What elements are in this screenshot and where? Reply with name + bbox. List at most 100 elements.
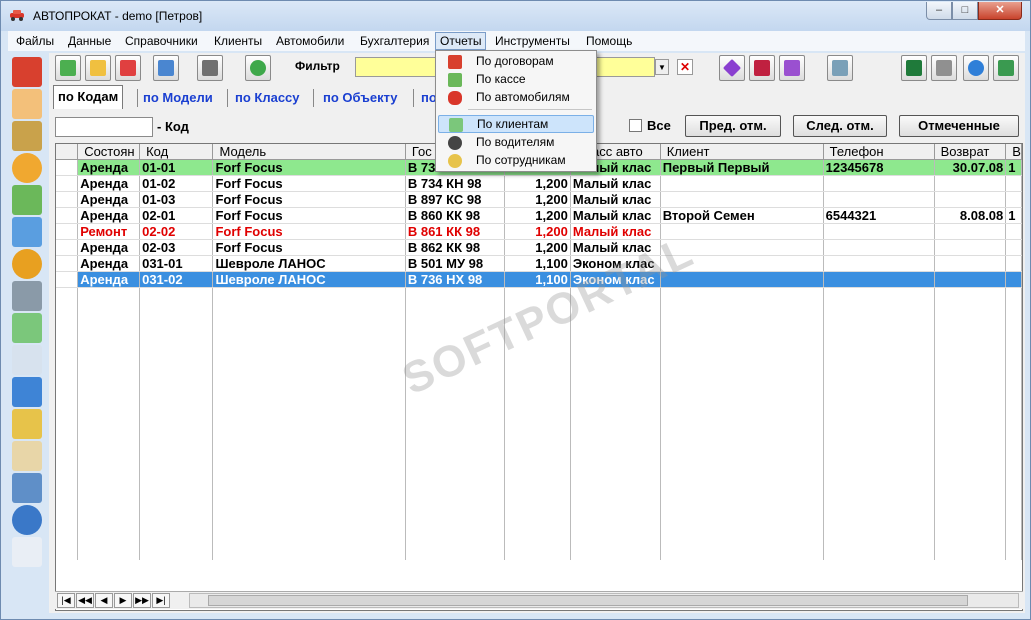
row-indicator[interactable] xyxy=(56,175,79,192)
excel-button[interactable] xyxy=(901,55,927,81)
minimize-button[interactable]: – xyxy=(926,2,952,20)
flag-icon[interactable] xyxy=(12,377,42,407)
report-by-cars[interactable]: По автомобилям xyxy=(438,89,594,107)
data-grid: Состоян Код Модель Гос Класс авто Клиент… xyxy=(55,143,1023,611)
report-by-drivers[interactable]: По водителям xyxy=(438,134,594,152)
employee-icon[interactable] xyxy=(12,409,42,439)
home-icon[interactable] xyxy=(12,473,42,503)
column-header[interactable]: В xyxy=(1005,144,1022,160)
table-row[interactable]: Ремонт 02-02 Forf Focus В 861 КК 98 1,200 Мал… xyxy=(56,223,1022,240)
copy-button[interactable] xyxy=(153,55,179,81)
table-cell: 8.08.08 xyxy=(934,207,1007,224)
diamond-pencil-icon xyxy=(784,60,800,76)
tab-by-model[interactable]: по Модели xyxy=(139,87,217,109)
marked-button[interactable]: Отмеченные xyxy=(899,115,1019,137)
exit-button[interactable] xyxy=(993,55,1019,81)
refresh-button[interactable] xyxy=(245,55,271,81)
next-mark-button[interactable]: След. отм. xyxy=(793,115,887,137)
menu-files[interactable]: Файлы xyxy=(16,34,54,48)
table-row[interactable]: Аренда 01-03 Forf Focus В 897 КС 98 1,200 Мал… xyxy=(56,191,1022,208)
nav-last-button[interactable]: ▶| xyxy=(152,593,170,608)
horizontal-scrollbar[interactable] xyxy=(189,593,1019,608)
row-indicator[interactable] xyxy=(56,223,79,240)
row-indicator[interactable] xyxy=(56,159,79,176)
briefcase-icon[interactable] xyxy=(12,57,42,87)
row-indicator[interactable] xyxy=(56,255,79,272)
table-cell: Малый клас xyxy=(570,207,661,224)
column-header[interactable]: Код xyxy=(139,144,214,160)
table-cell xyxy=(56,415,79,432)
row-indicator[interactable] xyxy=(56,239,79,256)
all-checkbox[interactable] xyxy=(629,119,642,132)
scrollbar-thumb[interactable] xyxy=(208,595,968,606)
money-icon[interactable] xyxy=(12,185,42,215)
row-indicator[interactable] xyxy=(56,207,79,224)
table-cell xyxy=(405,367,506,384)
nav-next-page-button[interactable]: ▶▶ xyxy=(133,593,151,608)
pin-note-icon[interactable] xyxy=(12,89,42,119)
menu-help[interactable]: Помощь xyxy=(586,34,632,48)
table-row[interactable]: Аренда 031-02 Шевроле ЛАНОС В 736 НХ 98 1,10… xyxy=(56,271,1022,288)
unmark-button[interactable] xyxy=(749,55,775,81)
table-cell xyxy=(1005,415,1022,432)
menu-reports[interactable]: Отчеты xyxy=(435,32,487,50)
chart-window-icon[interactable] xyxy=(12,217,42,247)
tab-by-object[interactable]: по Объекту xyxy=(319,87,402,109)
notebook-icon[interactable] xyxy=(12,121,42,151)
filter-clear-button[interactable]: ✕ xyxy=(677,59,693,75)
table-row[interactable]: Аренда 031-01 Шевроле ЛАНОС В 501 МУ 98 1,10… xyxy=(56,255,1022,272)
table-row[interactable]: Аренда 02-01 Forf Focus В 860 КК 98 1,200 Мал… xyxy=(56,207,1022,224)
column-header[interactable]: Возврат xyxy=(934,144,1007,160)
tab-by-code[interactable]: по Кодам xyxy=(53,85,124,109)
title-bar[interactable]: АВТОПРОКАТ - demo [Петров] – □ ✕ xyxy=(1,1,1030,31)
table-row[interactable]: Аренда 01-02 Forf Focus В 734 КН 98 1,200 Мал… xyxy=(56,175,1022,192)
add-button[interactable] xyxy=(55,55,81,81)
menu-data[interactable]: Данные xyxy=(68,34,111,48)
search-button[interactable] xyxy=(197,55,223,81)
report-by-employees[interactable]: По сотрудникам xyxy=(438,152,594,170)
report-by-contracts[interactable]: По договорам xyxy=(438,53,594,71)
tab-by-class[interactable]: по Классу xyxy=(231,87,304,109)
print-button[interactable] xyxy=(931,55,957,81)
clipboard-icon[interactable] xyxy=(12,441,42,471)
checklist-icon[interactable] xyxy=(12,537,42,567)
nav-next-button[interactable]: ▶ xyxy=(114,593,132,608)
table-row[interactable]: Аренда 02-03 Forf Focus В 862 КК 98 1,200 Мал… xyxy=(56,239,1022,256)
table-cell xyxy=(405,335,506,352)
coins-icon[interactable] xyxy=(12,249,42,279)
table-cell xyxy=(823,447,935,464)
menu-cars[interactable]: Автомобили xyxy=(276,34,344,48)
menu-clients[interactable]: Клиенты xyxy=(214,34,262,48)
column-header[interactable]: Клиент xyxy=(660,144,824,160)
column-header[interactable]: Телефон xyxy=(823,144,935,160)
menu-accounting[interactable]: Бухгалтерия xyxy=(360,34,429,48)
maximize-button[interactable]: □ xyxy=(952,2,978,20)
settings-button[interactable] xyxy=(827,55,853,81)
menu-references[interactable]: Справочники xyxy=(125,34,198,48)
alarm-clock-icon[interactable] xyxy=(12,153,42,183)
nav-first-button[interactable]: |◀ xyxy=(57,593,75,608)
report-by-cash[interactable]: По кассе xyxy=(438,71,594,89)
help-button[interactable] xyxy=(963,55,989,81)
id-card-icon[interactable] xyxy=(12,345,42,375)
nav-prev-button[interactable]: ◀ xyxy=(95,593,113,608)
row-indicator[interactable] xyxy=(56,271,79,288)
report-by-clients[interactable]: По клиентам xyxy=(438,115,594,133)
diamond-icon xyxy=(722,58,742,78)
globe-icon[interactable] xyxy=(12,505,42,535)
tools-icon[interactable] xyxy=(12,281,42,311)
row-indicator[interactable] xyxy=(56,191,79,208)
delete-button[interactable] xyxy=(115,55,141,81)
code-input[interactable] xyxy=(55,117,153,137)
menu-tools[interactable]: Инструменты xyxy=(495,34,570,48)
edit-button[interactable] xyxy=(85,55,111,81)
column-header[interactable]: Модель xyxy=(212,144,406,160)
prev-mark-button[interactable]: Пред. отм. xyxy=(685,115,781,137)
mark-button[interactable] xyxy=(719,55,745,81)
column-header[interactable]: Состоян xyxy=(77,144,141,160)
mark-edit-button[interactable] xyxy=(779,55,805,81)
filter-dropdown-button[interactable]: ▼ xyxy=(655,59,669,75)
nav-prev-page-button[interactable]: ◀◀ xyxy=(76,593,94,608)
users-icon[interactable] xyxy=(12,313,42,343)
close-button[interactable]: ✕ xyxy=(978,2,1022,20)
